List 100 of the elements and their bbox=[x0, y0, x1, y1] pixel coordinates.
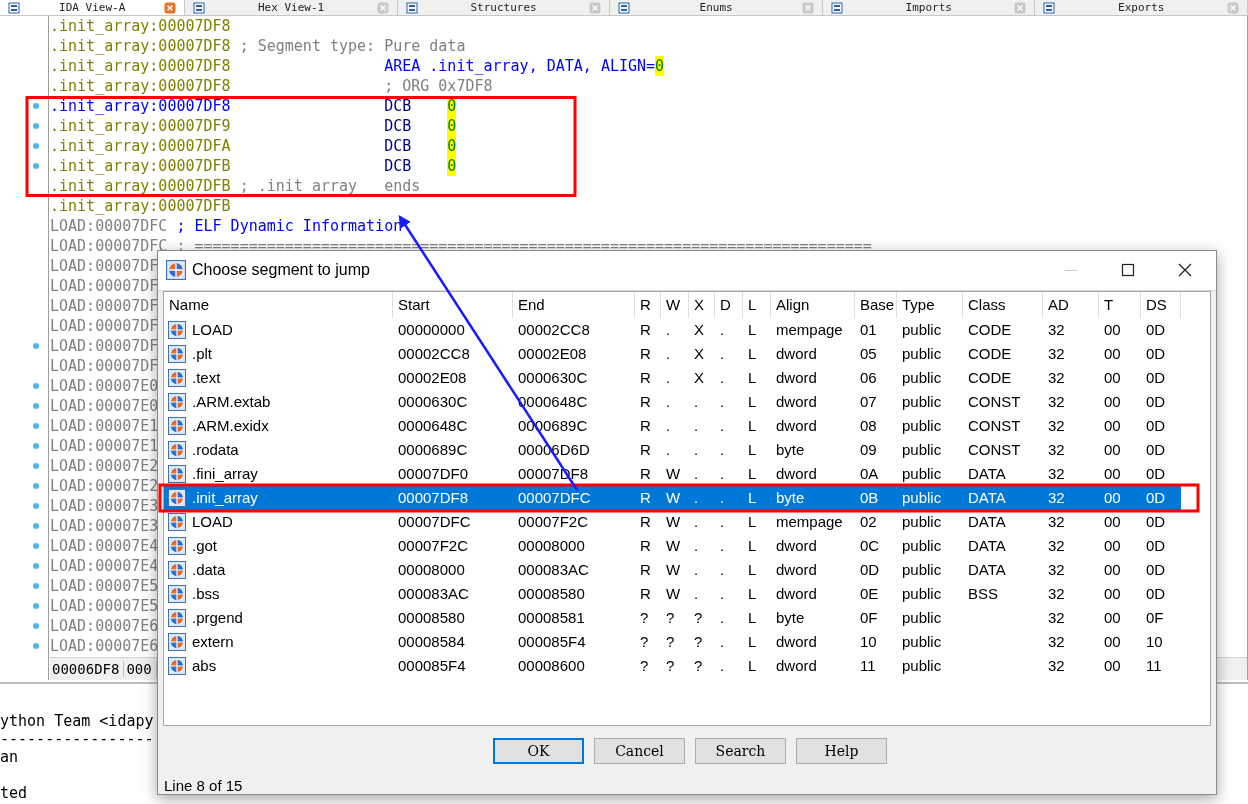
line-address: LOAD:00007E2 bbox=[50, 457, 159, 475]
read-permission: R bbox=[640, 369, 651, 387]
close-icon[interactable] bbox=[1178, 263, 1192, 278]
tab[interactable]: Enums bbox=[610, 0, 823, 15]
segment-row[interactable]: .data 00008000 000083AC R W . . L dword 0D public DATA 32 00 0D bbox=[164, 557, 1181, 582]
comment-text: ; Segment type: Pure data bbox=[239, 36, 466, 56]
address-size: 32 bbox=[1048, 321, 1065, 339]
tab-icon bbox=[1043, 1, 1056, 14]
column-header[interactable]: Name bbox=[164, 291, 393, 318]
segment-icon bbox=[168, 560, 186, 579]
segment-row[interactable]: .got 00007F2C 00008000 R W . . L dword 0C public DATA 32 00 0D bbox=[164, 533, 1181, 558]
column-header[interactable]: R bbox=[635, 291, 661, 318]
gutter-dot bbox=[33, 563, 39, 569]
instruction-mnemonic: DCB bbox=[384, 136, 412, 156]
exec-permission: X bbox=[694, 321, 704, 339]
comment-text: ends bbox=[384, 176, 421, 196]
base-value: 0E bbox=[860, 585, 879, 603]
line-address: LOAD:00007DF bbox=[50, 337, 159, 355]
segment-icon bbox=[168, 464, 186, 483]
tab[interactable]: Hex View-1 bbox=[185, 0, 398, 15]
segment-name: .text bbox=[192, 369, 221, 387]
operand-value: 0 bbox=[447, 136, 457, 156]
base-value: 0D bbox=[860, 561, 880, 579]
column-header[interactable]: T bbox=[1099, 291, 1141, 318]
column-header[interactable]: Type bbox=[897, 291, 963, 318]
tab[interactable]: Imports bbox=[822, 0, 1036, 15]
t-value: 00 bbox=[1104, 561, 1121, 579]
comment-text: ; ORG 0x7DF8 bbox=[384, 76, 493, 96]
debug-marker: . bbox=[720, 561, 725, 579]
column-header[interactable]: D bbox=[715, 291, 743, 318]
segment-row[interactable]: extern 00008584 000085F4 ? ? ? . L dword 10 public 32 00 10 bbox=[164, 629, 1181, 654]
tab[interactable]: IDA View-A bbox=[0, 0, 186, 15]
segment-row[interactable]: abs 000085F4 00008600 ? ? ? . L dword 11 public 32 00 11 bbox=[164, 653, 1181, 678]
gutter-dot bbox=[33, 503, 39, 509]
ds-value: 0D bbox=[1146, 345, 1166, 363]
dialog-button[interactable]: Search bbox=[695, 738, 786, 764]
maximize-icon[interactable] bbox=[1121, 263, 1135, 278]
t-value: 00 bbox=[1104, 489, 1121, 507]
alignment: dword bbox=[776, 369, 817, 387]
write-permission: . bbox=[666, 369, 671, 387]
gutter-dot bbox=[33, 483, 39, 489]
start-address: 00007DF0 bbox=[398, 465, 469, 483]
dialog-button[interactable]: Cancel bbox=[594, 738, 685, 764]
load-marker: L bbox=[748, 585, 757, 603]
alignment: dword bbox=[776, 465, 817, 483]
base-value: 0F bbox=[860, 609, 878, 627]
ds-value: 0D bbox=[1146, 393, 1166, 411]
line-address: .init_array:00007DF9 bbox=[50, 117, 231, 135]
segment-row[interactable]: .plt 00002CC8 00002E08 R . X . L dword 05 public CODE 32 00 0D bbox=[164, 341, 1181, 366]
address-size: 32 bbox=[1048, 441, 1065, 459]
load-marker: L bbox=[748, 537, 757, 555]
end-address: 00008581 bbox=[518, 609, 585, 627]
line-address: LOAD:00007E0 bbox=[50, 377, 159, 395]
segment-row[interactable]: LOAD 00007DFC 00007F2C R W . . L mempage 02 public DATA 32 00 0D bbox=[164, 509, 1181, 534]
column-header[interactable]: AD bbox=[1043, 291, 1099, 318]
write-permission: ? bbox=[666, 609, 675, 627]
segment-type: public bbox=[902, 513, 942, 531]
column-header[interactable]: W bbox=[661, 291, 689, 318]
column-header[interactable]: Class bbox=[963, 291, 1043, 318]
column-header[interactable]: DS bbox=[1141, 291, 1181, 318]
dialog-button[interactable]: Help bbox=[796, 738, 887, 764]
end-address: 000083AC bbox=[518, 561, 589, 579]
load-marker: L bbox=[748, 441, 757, 459]
column-header[interactable]: End bbox=[513, 291, 635, 318]
line-address: .init_array:00007DFB bbox=[50, 177, 231, 195]
start-address: 00008000 bbox=[398, 561, 465, 579]
segment-name: extern bbox=[192, 633, 234, 651]
column-header[interactable]: Start bbox=[393, 291, 513, 318]
segment-class: CONST bbox=[968, 393, 1021, 411]
read-permission: R bbox=[640, 417, 651, 435]
segment-row[interactable]: .init_array 00007DF8 00007DFC R W . . L byte 0B public DATA 32 00 0D bbox=[164, 485, 1181, 510]
write-permission: ? bbox=[666, 633, 675, 651]
line-address: .init_array:00007DFA bbox=[50, 137, 231, 155]
output-line: ----------------- bbox=[0, 730, 154, 748]
segment-icon bbox=[168, 584, 186, 603]
tab[interactable]: Structures bbox=[397, 0, 611, 15]
segment-row[interactable]: .text 00002E08 0000630C R . X . L dword 06 public CODE 32 00 0D bbox=[164, 365, 1181, 390]
line-address: LOAD:00007E4 bbox=[50, 537, 159, 555]
output-line: an bbox=[0, 748, 19, 766]
segment-class: CODE bbox=[968, 345, 1012, 363]
column-header[interactable]: Base bbox=[855, 291, 897, 318]
column-header[interactable]: X bbox=[689, 291, 715, 318]
base-value: 11 bbox=[860, 657, 876, 675]
segment-row[interactable]: .prgend 00008580 00008581 ? ? ? . L byte 0F public 32 00 0F bbox=[164, 605, 1181, 630]
start-address: 00008584 bbox=[398, 633, 465, 651]
segment-icon bbox=[168, 656, 186, 675]
gutter-dot bbox=[33, 383, 39, 389]
segment-row[interactable]: .bss 000083AC 00008580 R W . . L dword 0E public BSS 32 00 0D bbox=[164, 581, 1181, 606]
tab[interactable]: Exports bbox=[1035, 0, 1248, 15]
segment-row[interactable]: LOAD 00000000 00002CC8 R . X . L mempage 01 public CODE 32 00 0D bbox=[164, 317, 1181, 342]
segment-name: .fini_array bbox=[192, 465, 258, 483]
dialog-button[interactable]: OK bbox=[493, 738, 584, 764]
ds-value: 0D bbox=[1146, 489, 1166, 507]
base-value: 10 bbox=[860, 633, 877, 651]
instruction-mnemonic: DCB bbox=[384, 96, 412, 116]
column-header[interactable]: Align bbox=[771, 291, 855, 318]
read-permission: ? bbox=[640, 609, 649, 627]
gutter-dot bbox=[33, 103, 39, 109]
column-header[interactable]: L bbox=[743, 291, 771, 318]
segment-type: public bbox=[902, 561, 942, 579]
